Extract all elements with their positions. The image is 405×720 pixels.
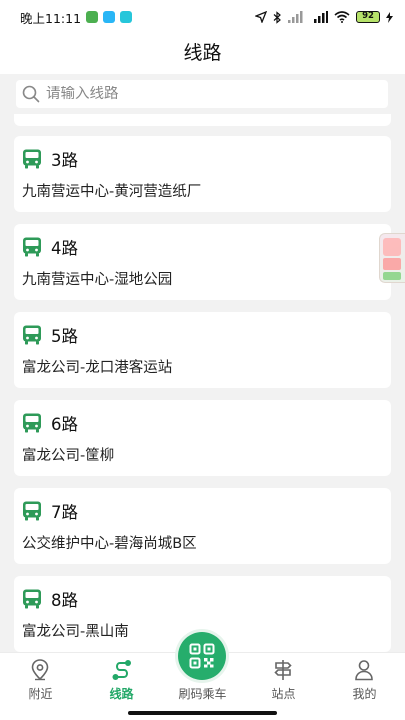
signpost-icon <box>274 660 292 680</box>
status-time: 晚上11:11 <box>20 10 82 26</box>
bluetooth-icon <box>273 10 281 24</box>
route-terminals: 九南营运中心-黄河营造纸厂 <box>22 184 202 200</box>
search-icon <box>22 85 40 103</box>
bus-icon <box>23 237 41 257</box>
status-bar: 晚上11:11 92 <box>0 0 405 34</box>
route-list[interactable]: 3路 九南营运中心-黄河营造纸厂 4路 九南营运中心-湿地公园 5路 富龙公司-… <box>0 114 405 652</box>
tab-stations[interactable]: 站点 <box>243 653 324 709</box>
search-bar <box>0 74 405 114</box>
floating-ad-badge[interactable] <box>379 233 405 283</box>
tab-label: 附近 <box>28 687 53 701</box>
tab-nearby[interactable]: 附近 <box>0 653 81 709</box>
telegram-notification-icon <box>103 11 116 23</box>
tab-profile[interactable]: 我的 <box>324 653 405 709</box>
location-arrow-icon <box>255 11 267 23</box>
bus-icon <box>23 413 41 433</box>
scan-ride-button[interactable] <box>178 632 226 680</box>
route-terminals: 富龙公司-筐柳 <box>22 448 115 464</box>
location-pin-icon <box>31 659 49 681</box>
route-terminals: 公交维护中心-碧海尚城B区 <box>22 536 197 552</box>
route-terminals: 九南营运中心-湿地公园 <box>22 272 173 288</box>
status-right: 92 <box>255 10 393 24</box>
hd-signal-icon <box>314 11 328 23</box>
page-title: 线路 <box>0 34 405 74</box>
tab-label: 刷码乘车 <box>178 687 227 701</box>
app-notification-icon <box>86 11 99 23</box>
ad-graphic <box>383 272 401 280</box>
route-card[interactable]: 7路 公交维护中心-碧海尚城B区 <box>14 488 391 564</box>
shield-notification-icon <box>120 11 133 23</box>
bus-icon <box>23 325 41 345</box>
signal-icon <box>288 11 303 23</box>
tab-label: 线路 <box>109 687 134 701</box>
qr-code-icon <box>189 643 215 669</box>
route-card[interactable]: 4路 九南营运中心-湿地公园 <box>14 224 391 300</box>
ad-graphic <box>383 238 401 256</box>
tab-label: 我的 <box>352 687 377 701</box>
bus-icon <box>23 149 41 169</box>
tab-label: 站点 <box>271 687 296 701</box>
user-icon <box>355 660 373 681</box>
tab-routes[interactable]: 线路 <box>81 653 162 709</box>
route-name: 6路 <box>51 415 78 434</box>
home-indicator[interactable] <box>128 711 277 715</box>
route-card[interactable]: 5路 富龙公司-龙口港客运站 <box>14 312 391 388</box>
bus-icon <box>23 589 41 609</box>
search-input[interactable] <box>46 86 366 102</box>
route-name: 7路 <box>51 503 78 522</box>
search-box[interactable] <box>16 80 388 108</box>
partial-route-card[interactable] <box>14 114 391 126</box>
route-terminals: 富龙公司-龙口港客运站 <box>22 360 173 376</box>
route-card[interactable]: 6路 富龙公司-筐柳 <box>14 400 391 476</box>
route-icon <box>112 660 131 680</box>
route-name: 4路 <box>51 239 78 258</box>
route-card[interactable]: 3路 九南营运中心-黄河营造纸厂 <box>14 136 391 212</box>
bus-icon <box>23 501 41 521</box>
route-name: 8路 <box>51 591 78 610</box>
route-name: 5路 <box>51 327 78 346</box>
status-left: 晚上11:11 <box>20 8 133 27</box>
charging-bolt-icon <box>386 11 393 23</box>
route-name: 3路 <box>51 151 78 170</box>
wifi-icon <box>334 11 350 23</box>
route-terminals: 富龙公司-黑山南 <box>22 624 129 640</box>
battery-indicator: 92 <box>356 11 380 23</box>
ad-graphic <box>383 258 401 270</box>
